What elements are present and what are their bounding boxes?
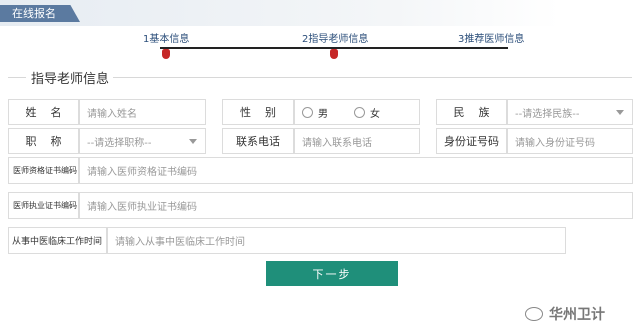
- gender-radio-group: 男 女: [294, 99, 420, 125]
- gender-label: 性别: [222, 99, 294, 125]
- step-1-marker-icon: [162, 49, 170, 59]
- ethnicity-select-value: --请选择民族--: [515, 108, 580, 120]
- title-label: 职称: [8, 128, 79, 154]
- title-select-value: --请选择职称--: [87, 137, 152, 149]
- ethnicity-label: 民族: [436, 99, 507, 125]
- qualification-cert-input[interactable]: 请输入医师资格证书编码: [79, 157, 633, 184]
- title-select[interactable]: --请选择职称--: [79, 128, 206, 154]
- header-tab[interactable]: 在线报名: [0, 5, 80, 22]
- qualification-cert-label: 医师资格证书编码: [8, 157, 79, 184]
- name-input[interactable]: 请输入姓名: [79, 99, 206, 125]
- name-label: 姓名: [8, 99, 79, 125]
- gender-male-radio[interactable]: [302, 106, 313, 118]
- phone-label: 联系电话: [222, 128, 294, 154]
- gender-female-radio[interactable]: [354, 106, 365, 118]
- wechat-icon: [525, 307, 543, 321]
- id-number-input[interactable]: 请输入身份证号码: [507, 128, 633, 154]
- work-time-input[interactable]: 请输入从事中医临床工作时间: [107, 227, 566, 254]
- section-divider-left: [8, 77, 26, 78]
- next-step-button[interactable]: 下一步: [266, 261, 398, 286]
- top-bar: 在线报名: [0, 0, 560, 26]
- step-3-recommender-info[interactable]: 3推荐医师信息: [458, 30, 524, 45]
- practice-cert-input[interactable]: 请输入医师执业证书编码: [79, 192, 633, 219]
- phone-input[interactable]: 请输入联系电话: [294, 128, 420, 154]
- gender-female-label: 女: [370, 108, 380, 120]
- work-time-label: 从事中医临床工作时间: [8, 227, 107, 254]
- chevron-down-icon: [616, 110, 624, 115]
- gender-male-label: 男: [318, 108, 328, 120]
- watermark: 华州卫计: [525, 304, 605, 324]
- watermark-text: 华州卫计: [549, 307, 605, 323]
- practice-cert-label: 医师执业证书编码: [8, 192, 79, 219]
- section-title: 指导老师信息: [27, 68, 114, 87]
- step-2-advisor-info[interactable]: 2指导老师信息: [302, 30, 368, 45]
- id-number-label: 身份证号码: [436, 128, 507, 154]
- step-2-marker-icon: [330, 49, 338, 59]
- step-1-basic-info[interactable]: 1基本信息: [143, 30, 189, 45]
- chevron-down-icon: [189, 139, 197, 144]
- section-divider-right: [112, 77, 632, 78]
- ethnicity-select[interactable]: --请选择民族--: [507, 99, 633, 125]
